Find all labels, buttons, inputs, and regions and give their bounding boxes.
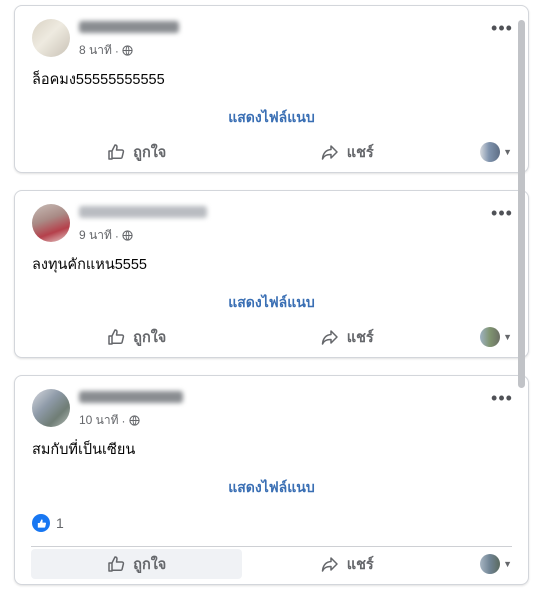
more-options-icon[interactable]: ••• xyxy=(490,389,514,415)
show-attachment-link[interactable]: แสดงไฟล์แนบ xyxy=(15,292,528,314)
share-button[interactable]: แชร์ xyxy=(242,549,453,579)
meta-separator: · xyxy=(114,43,119,58)
action-bar: ถูกใจ แชร์ ▼ xyxy=(31,320,512,354)
share-label: แชร์ xyxy=(346,556,374,573)
like-label: ถูกใจ xyxy=(133,329,167,346)
author-name[interactable] xyxy=(79,21,179,33)
share-arrow-icon xyxy=(321,557,338,572)
post-meta: 10 นาที · xyxy=(79,411,140,430)
avatar[interactable] xyxy=(32,204,70,242)
like-label: ถูกใจ xyxy=(133,144,167,161)
chevron-down-icon: ▼ xyxy=(503,332,512,342)
post-time[interactable]: 8 นาที xyxy=(79,41,112,60)
share-label: แชร์ xyxy=(346,329,374,346)
globe-icon xyxy=(122,230,133,241)
avatar[interactable] xyxy=(32,389,70,427)
like-button[interactable]: ถูกใจ xyxy=(31,549,242,579)
meta-separator: · xyxy=(121,413,126,428)
thumbs-up-icon xyxy=(108,556,125,572)
share-as-selector[interactable]: ▼ xyxy=(452,142,512,162)
reaction-count: 1 xyxy=(56,515,64,531)
share-arrow-icon xyxy=(321,330,338,345)
share-label: แชร์ xyxy=(346,144,374,161)
avatar[interactable] xyxy=(32,19,70,57)
show-attachment-link[interactable]: แสดงไฟล์แนบ xyxy=(15,477,528,499)
like-button[interactable]: ถูกใจ xyxy=(31,322,242,352)
post-meta: 9 นาที · xyxy=(79,226,133,245)
post-meta: 8 นาที · xyxy=(79,41,133,60)
share-button[interactable]: แชร์ xyxy=(242,322,453,352)
chevron-down-icon: ▼ xyxy=(503,147,512,157)
like-reaction-icon xyxy=(32,514,50,532)
more-options-icon[interactable]: ••• xyxy=(490,19,514,45)
mini-avatar xyxy=(480,142,501,162)
post-text: ลงทุนคักแหน5555 xyxy=(32,257,147,273)
author-name[interactable] xyxy=(79,206,207,218)
thumbs-up-icon xyxy=(108,144,125,160)
post-time[interactable]: 10 นาที xyxy=(79,411,119,430)
like-button[interactable]: ถูกใจ xyxy=(31,137,242,167)
post-card: 8 นาที · ••• ล็อคมง55555555555 แสดงไฟล์แ… xyxy=(14,5,529,173)
mini-avatar xyxy=(480,554,501,574)
reaction-summary[interactable]: 1 xyxy=(32,514,64,532)
post-text: ล็อคมง55555555555 xyxy=(32,72,165,88)
like-label: ถูกใจ xyxy=(133,556,167,573)
share-as-selector[interactable]: ▼ xyxy=(452,554,512,574)
chevron-down-icon: ▼ xyxy=(503,559,512,569)
meta-separator: · xyxy=(114,228,119,243)
thumbs-up-icon xyxy=(108,329,125,345)
post-card: 9 นาที · ••• ลงทุนคักแหน5555 แสดงไฟล์แนบ… xyxy=(14,190,529,358)
scrollbar-thumb[interactable] xyxy=(518,20,525,388)
action-bar: ถูกใจ แชร์ ▼ xyxy=(31,546,512,581)
globe-icon xyxy=(122,45,133,56)
author-name[interactable] xyxy=(79,391,183,403)
show-attachment-link[interactable]: แสดงไฟล์แนบ xyxy=(15,107,528,129)
share-arrow-icon xyxy=(321,145,338,160)
mini-avatar xyxy=(480,327,501,347)
share-as-selector[interactable]: ▼ xyxy=(452,327,512,347)
more-options-icon[interactable]: ••• xyxy=(490,204,514,230)
post-time[interactable]: 9 นาที xyxy=(79,226,112,245)
globe-icon xyxy=(128,415,140,426)
share-button[interactable]: แชร์ xyxy=(242,137,453,167)
post-card: 10 นาที · ••• สมกับที่เป็นเซียน แสดงไฟล์… xyxy=(14,375,529,585)
action-bar: ถูกใจ แชร์ ▼ xyxy=(31,135,512,169)
post-text: สมกับที่เป็นเซียน xyxy=(32,442,136,458)
